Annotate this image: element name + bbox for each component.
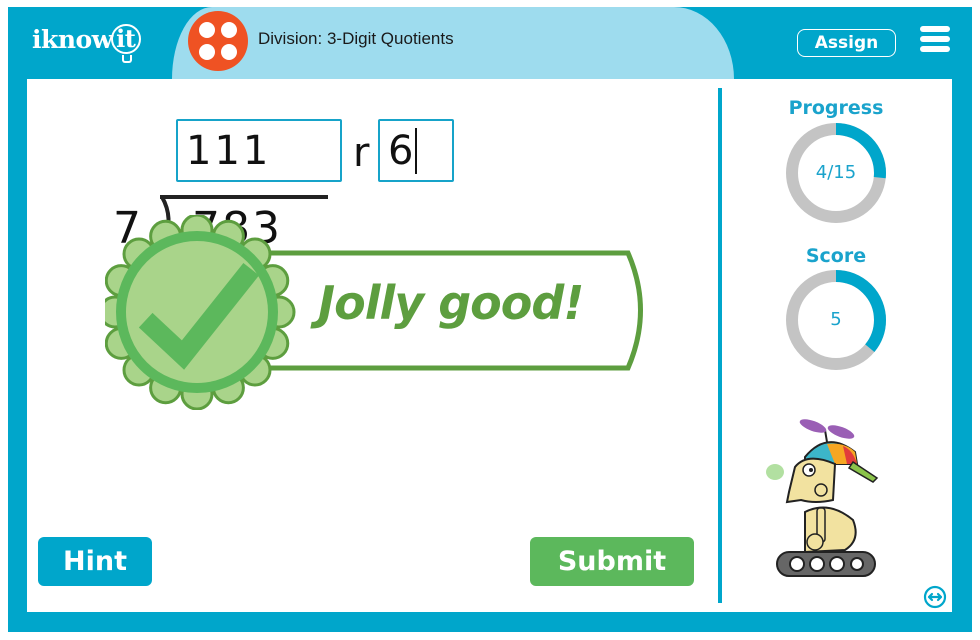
- quotient-input[interactable]: 111: [176, 119, 342, 182]
- assign-button[interactable]: Assign: [797, 29, 896, 57]
- hint-button[interactable]: Hint: [38, 537, 152, 586]
- remainder-label: r: [353, 130, 370, 176]
- score-value: 5: [830, 309, 842, 330]
- logo-text: ikno: [32, 24, 92, 54]
- submit-button[interactable]: Submit: [530, 537, 694, 586]
- sidebar-divider: [718, 88, 722, 603]
- score-label: Score: [805, 245, 867, 267]
- lightbulb-icon: it: [110, 24, 141, 63]
- progress-value: 4/15: [815, 162, 857, 183]
- progress-label: Progress: [788, 97, 884, 119]
- expand-horizontal-icon[interactable]: [923, 585, 947, 609]
- logo-w: w: [91, 24, 114, 54]
- checkmark-badge-icon: [105, 215, 296, 410]
- feedback-message: Jolly good!: [318, 276, 584, 330]
- hamburger-menu-icon[interactable]: [920, 26, 950, 53]
- text-caret: [415, 128, 417, 174]
- robot-mascot: [766, 419, 879, 577]
- iknowit-logo[interactable]: ikno w it: [32, 17, 141, 63]
- four-dots-icon: [188, 11, 248, 71]
- page-title: Division: 3-Digit Quotients: [258, 29, 454, 48]
